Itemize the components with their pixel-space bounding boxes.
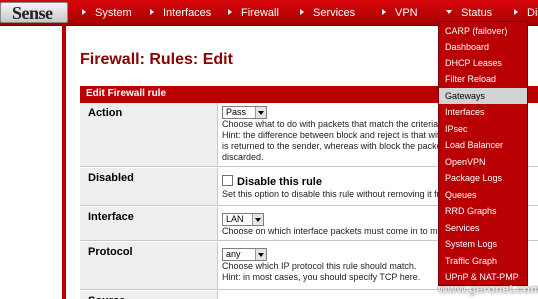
status-dropdown-menu: CARP (failover) Dashboard DHCP Leases Fi… [438, 21, 528, 286]
arrow-right-icon [382, 9, 386, 15]
menu-item-load-balancer[interactable]: Load Balancer [439, 137, 527, 153]
disable-rule-checkbox-label[interactable]: Disable this rule [237, 176, 322, 188]
arrow-right-icon [82, 9, 86, 15]
left-accent-strip [62, 26, 66, 299]
dropdown-arrow-icon[interactable] [255, 107, 266, 118]
nav-vpn[interactable]: VPN [382, 6, 418, 21]
menu-item-openvpn[interactable]: OpenVPN [439, 154, 527, 170]
watermark-text: www.geronet.com.ar [438, 282, 538, 296]
protocol-selected-value: any [226, 249, 241, 259]
menu-item-traffic-graph[interactable]: Traffic Graph [439, 253, 527, 269]
nav-services[interactable]: Services [300, 6, 355, 21]
arrow-down-icon [446, 10, 452, 14]
nav-label: Firewall [241, 7, 279, 19]
protocol-label: Protocol [80, 242, 218, 289]
disable-rule-checkbox[interactable] [222, 175, 233, 186]
page-title: Firewall: Rules: Edit [80, 51, 233, 68]
menu-item-services[interactable]: Services [439, 220, 527, 236]
menu-item-queues[interactable]: Queues [439, 187, 527, 203]
arrow-right-icon [150, 9, 154, 15]
nav-label: Services [313, 7, 356, 19]
nav-interfaces[interactable]: Interfaces [150, 6, 211, 21]
logo-text: Sense [12, 3, 53, 23]
menu-item-interfaces[interactable]: Interfaces [439, 104, 527, 120]
action-selected-value: Pass [226, 107, 247, 117]
disabled-label: Disabled [80, 168, 218, 205]
nav-firewall[interactable]: Firewall [228, 6, 279, 21]
dropdown-arrow-icon[interactable] [255, 249, 266, 260]
menu-item-carp[interactable]: CARP (failover) [439, 23, 527, 39]
nav-label: Interfaces [163, 7, 212, 19]
menu-item-dhcp-leases[interactable]: DHCP Leases [439, 55, 527, 71]
nav-status[interactable]: Status [446, 6, 492, 21]
action-label: Action [80, 103, 218, 166]
menu-item-rrd-graphs[interactable]: RRD Graphs [439, 203, 527, 219]
protocol-select[interactable]: any [222, 248, 267, 261]
source-label: Source [80, 291, 218, 299]
menu-item-gateways[interactable]: Gateways [439, 88, 527, 104]
menu-item-dashboard[interactable]: Dashboard [439, 39, 527, 55]
interface-selected-value: LAN [226, 214, 244, 224]
arrow-right-icon [228, 9, 232, 15]
action-select[interactable]: Pass [222, 106, 267, 119]
menu-item-package-logs[interactable]: Package Logs [439, 170, 527, 186]
nav-label: VPN [395, 7, 418, 19]
menu-item-ipsec[interactable]: IPsec [439, 121, 527, 137]
nav-label: Diag [527, 7, 538, 19]
nav-system[interactable]: System [82, 6, 132, 21]
dropdown-arrow-icon[interactable] [252, 214, 263, 225]
pfsense-logo[interactable]: Sense [0, 2, 70, 23]
nav-label: Status [461, 7, 493, 19]
arrow-right-icon [300, 9, 304, 15]
menu-item-system-logs[interactable]: System Logs [439, 236, 527, 252]
arrow-right-icon [514, 9, 518, 15]
menu-item-filter-reload[interactable]: Filter Reload [439, 71, 527, 87]
interface-select[interactable]: LAN [222, 213, 264, 226]
interface-label: Interface [80, 207, 218, 240]
nav-diagnostics[interactable]: Diag [514, 6, 538, 21]
nav-label: System [95, 7, 132, 19]
